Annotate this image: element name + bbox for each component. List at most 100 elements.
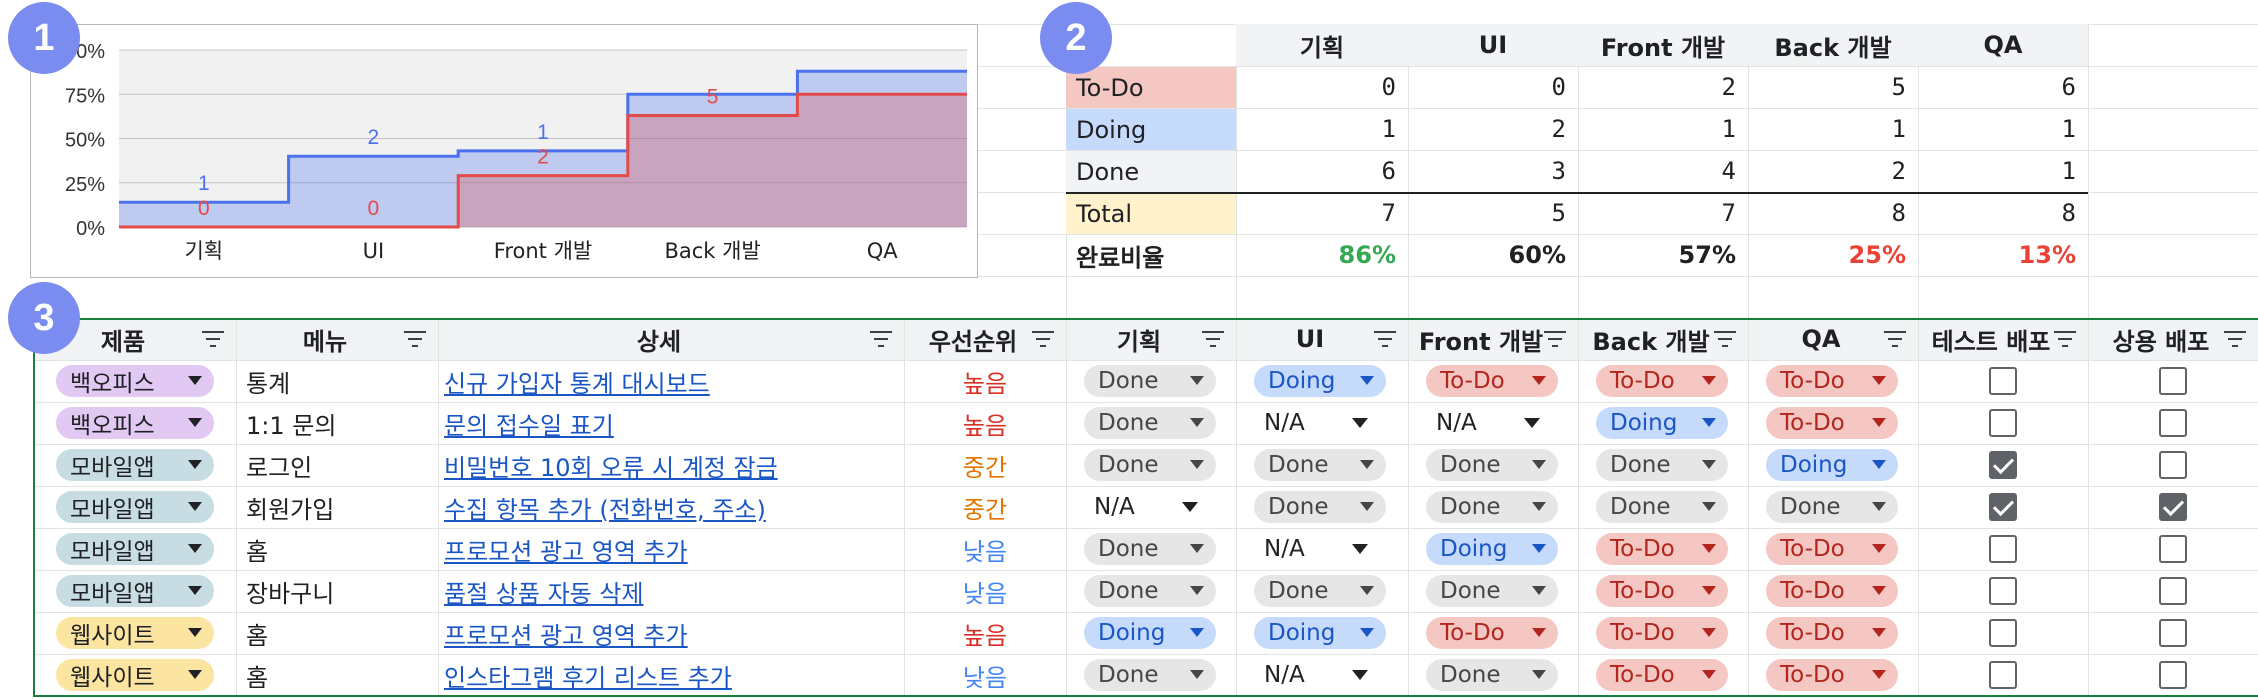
table-header-cell[interactable]: 기획 [1066,318,1206,360]
completion-ratio-label[interactable]: 완료비율 [1066,234,1236,276]
summary-value-cell[interactable]: 2 [1408,108,1578,150]
completion-ratio-cell[interactable]: 60% [1408,234,1578,276]
detail-link[interactable]: 비밀번호 10회 오류 시 계정 잠금 [438,444,904,486]
product-chip[interactable]: 웹사이트 [56,659,214,691]
test-deploy-checkbox[interactable] [1989,619,2017,647]
summary-row-label-1[interactable]: Doing [1066,109,1236,150]
summary-value-cell[interactable]: 1 [1236,108,1408,150]
status-dropdown-na[interactable]: N/A [1426,407,1554,439]
summary-value-cell[interactable]: 4 [1578,150,1748,192]
status-chip[interactable]: Done [1426,449,1558,481]
status-chip[interactable]: Done [1254,449,1386,481]
priority-cell[interactable]: 높음 [904,402,1066,444]
status-dropdown-na[interactable]: N/A [1084,491,1212,523]
table-header-cell[interactable]: 테스트 배포 [1918,318,2058,360]
summary-row-label-3[interactable]: Total [1066,193,1236,234]
filter-icon[interactable] [1372,331,1398,349]
detail-link[interactable]: 문의 접수일 표기 [438,402,904,444]
status-chip[interactable]: Done [1084,659,1216,691]
status-chip[interactable]: To-Do [1596,659,1728,691]
table-header-cell[interactable]: 상세 [438,318,874,360]
filter-icon[interactable] [2052,331,2078,349]
summary-value-cell[interactable]: 1 [1748,108,1918,150]
status-chip[interactable]: To-Do [1766,407,1898,439]
summary-value-cell[interactable]: 0 [1236,66,1408,108]
table-header-cell[interactable]: QA [1748,318,1888,360]
summary-value-cell[interactable]: 1 [1578,108,1748,150]
status-chip[interactable]: Done [1766,491,1898,523]
completion-ratio-cell[interactable]: 25% [1748,234,1918,276]
filter-icon[interactable] [2222,331,2248,349]
summary-value-cell[interactable]: 2 [1578,66,1748,108]
table-header-cell[interactable]: Front 개발 [1408,318,1548,360]
status-chip[interactable]: To-Do [1766,617,1898,649]
summary-row-label-2[interactable]: Done [1066,151,1236,192]
summary-header-cell[interactable]: Back 개발 [1748,24,1918,66]
test-deploy-checkbox[interactable] [1989,661,2017,689]
status-chip[interactable]: Doing [1596,407,1728,439]
status-chip[interactable]: To-Do [1596,617,1728,649]
summary-header-cell[interactable]: QA [1918,24,2088,66]
completion-ratio-cell[interactable]: 57% [1578,234,1748,276]
prod-deploy-checkbox[interactable] [2159,535,2187,563]
chart[interactable]: 0% 25% 50% 75% 100% 1 2 1 0 0 2 5 기획 UI Front 개발 Back 개… [30,24,978,278]
status-chip[interactable]: Doing [1426,533,1558,565]
summary-value-cell[interactable]: 8 [1748,192,1918,234]
status-dropdown-na[interactable]: N/A [1254,533,1382,565]
completion-ratio-cell[interactable]: 13% [1918,234,2088,276]
priority-cell[interactable]: 중간 [904,486,1066,528]
status-chip[interactable]: Doing [1254,617,1386,649]
prod-deploy-checkbox[interactable] [2159,367,2187,395]
status-chip[interactable]: Done [1084,575,1216,607]
detail-link[interactable]: 신규 가입자 통계 대시보드 [438,360,904,402]
summary-value-cell[interactable]: 6 [1918,66,2088,108]
summary-value-cell[interactable]: 0 [1408,66,1578,108]
status-chip[interactable]: Done [1254,575,1386,607]
status-chip[interactable]: Done [1084,449,1216,481]
prod-deploy-checkbox[interactable] [2159,661,2187,689]
completion-ratio-cell[interactable]: 86% [1236,234,1408,276]
summary-header-cell[interactable]: 기획 [1236,24,1408,66]
detail-link[interactable]: 인스타그램 후기 리스트 추가 [438,654,904,696]
menu-cell[interactable]: 1:1 문의 [236,402,438,444]
test-deploy-checkbox[interactable] [1989,451,2017,479]
status-chip[interactable]: Done [1426,659,1558,691]
prod-deploy-checkbox[interactable] [2159,409,2187,437]
status-chip[interactable]: Done [1596,491,1728,523]
filter-icon[interactable] [1712,331,1738,349]
summary-value-cell[interactable]: 5 [1408,192,1578,234]
status-chip[interactable]: Done [1426,575,1558,607]
status-chip[interactable]: To-Do [1426,365,1558,397]
filter-icon[interactable] [1030,331,1056,349]
status-chip[interactable]: Done [1426,491,1558,523]
summary-value-cell[interactable]: 7 [1578,192,1748,234]
summary-row-label-0[interactable]: To-Do [1066,67,1236,108]
status-chip[interactable]: To-Do [1426,617,1558,649]
menu-cell[interactable]: 홈 [236,612,438,654]
detail-link[interactable]: 수집 항목 추가 (전화번호, 주소) [438,486,904,528]
status-chip[interactable]: To-Do [1766,659,1898,691]
summary-header-cell[interactable]: Front 개발 [1578,24,1748,66]
product-chip[interactable]: 백오피스 [56,407,214,439]
menu-cell[interactable]: 통계 [236,360,438,402]
priority-cell[interactable]: 높음 [904,612,1066,654]
summary-value-cell[interactable]: 1 [1918,108,2088,150]
menu-cell[interactable]: 장바구니 [236,570,438,612]
filter-icon[interactable] [200,331,226,349]
prod-deploy-checkbox[interactable] [2159,493,2187,521]
summary-value-cell[interactable]: 7 [1236,192,1408,234]
detail-link[interactable]: 품절 상품 자동 삭제 [438,570,904,612]
status-dropdown-na[interactable]: N/A [1254,659,1382,691]
priority-cell[interactable]: 중간 [904,444,1066,486]
menu-cell[interactable]: 로그인 [236,444,438,486]
test-deploy-checkbox[interactable] [1989,409,2017,437]
table-header-cell[interactable]: 상용 배포 [2088,318,2228,360]
summary-header-cell[interactable]: UI [1408,24,1578,66]
product-chip[interactable]: 백오피스 [56,365,214,397]
status-chip[interactable]: To-Do [1766,533,1898,565]
test-deploy-checkbox[interactable] [1989,577,2017,605]
filter-icon[interactable] [1542,331,1568,349]
prod-deploy-checkbox[interactable] [2159,451,2187,479]
status-chip[interactable]: Done [1084,533,1216,565]
filter-icon[interactable] [1200,331,1226,349]
